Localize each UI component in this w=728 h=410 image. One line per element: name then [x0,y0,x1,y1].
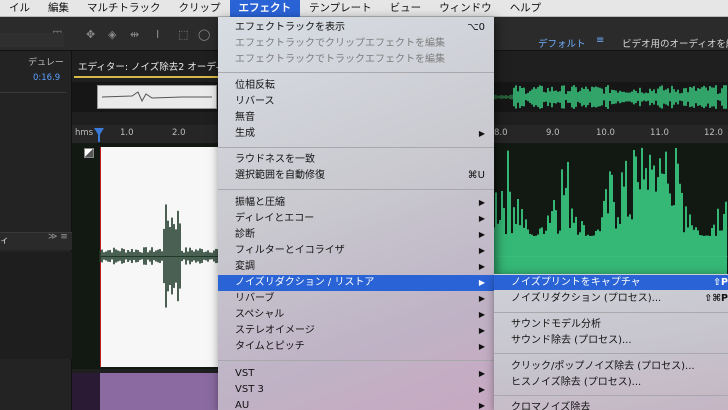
submenu-item-learn-sound-model[interactable]: サウンドモデル分析 [494,317,728,332]
submenu-item-click-pop-eliminator[interactable]: クリック/ポップノイズ除去 (プロセス)... [494,359,728,374]
menu-item-time-pitch[interactable]: タイムとピッチ ▶ [218,339,494,355]
submenu-arrow-icon: ▶ [478,369,485,378]
duration-value: 0:16.9 [33,73,61,83]
submenu-arrow-icon: ▶ [478,294,485,303]
panel-menu-icon[interactable]: ≫ ≡ [48,232,68,242]
menu-item-invert[interactable]: 位相反転 [218,78,494,94]
effects-menu: エフェクトラックを表示 ⌥0 エフェクトラックでクリップエフェクトを編集 エフェク… [218,17,494,410]
submenu-arrow-icon: ▶ [478,230,485,239]
menu-item-show-effects-rack[interactable]: エフェクトラックを表示 ⌥0 [218,20,494,36]
menu-view[interactable]: ビュー [381,0,431,17]
menu-item-reverb[interactable]: リバーブ ▶ [218,291,494,307]
menu-item-au[interactable]: AU ▶ [218,398,494,410]
submenu-arrow-icon: ▶ [478,246,485,255]
submenu-arrow-icon: ▶ [478,278,485,287]
workspace-default[interactable]: デフォルト [538,36,586,50]
lasso-tool-icon[interactable]: ◯ [198,28,210,41]
submenu-item-capture-noise-print[interactable]: ノイズプリントをキャプチャ ⇧P [494,275,728,290]
menu-separator [218,72,494,73]
razor-tool-icon[interactable]: ◈ [108,28,116,41]
submenu-item-sound-remover[interactable]: サウンド除去 (プロセス)... [494,333,728,348]
editor-tab-underline [74,76,234,78]
menu-item-special[interactable]: スペシャル ▶ [218,307,494,323]
ruler-tick: 8.0 [494,128,508,138]
menu-separator [494,395,728,396]
menu-item-vst[interactable]: VST ▶ [218,366,494,382]
workspace-video-audio[interactable]: ビデオ用のオーディオを編 [622,36,728,50]
menu-separator [494,312,728,313]
ruler-unit: hms [75,128,94,138]
workspace-menu-icon[interactable]: ≡ [596,35,604,46]
submenu-arrow-icon: ▶ [478,310,485,319]
submenu-arrow-icon: ▶ [478,262,485,271]
menu-item-diagnostics[interactable]: 診断 ▶ [218,227,494,243]
submenu-item-hiss-reduction[interactable]: ヒスノイズ除去 (プロセス)... [494,375,728,390]
menu-effects[interactable]: エフェクト [229,0,300,17]
submenu-arrow-icon: ▶ [478,401,485,410]
panel-tab[interactable]: ィ [0,233,9,246]
ruler-tick: 1.0 [120,128,134,138]
submenu-item-noise-reduction-process[interactable]: ノイズリダクション (プロセス)... ⇧⌘P [494,291,728,306]
slip-tool-icon[interactable]: ⇹ [130,28,139,41]
menu-item-delay-echo[interactable]: ディレイとエコー ▶ [218,211,494,227]
marquee-tool-icon[interactable]: ⬚ [178,28,188,41]
ruler-tick: 2.0 [172,128,186,138]
menu-item-match-loudness[interactable]: ラウドネスを一致 [218,152,494,168]
menu-template[interactable]: テンプレート [300,0,381,17]
menu-item-reverse[interactable]: リバース [218,94,494,110]
menu-item-silence[interactable]: 無音 [218,110,494,126]
ruler-tick: 11.0 [650,128,669,138]
submenu-arrow-icon: ▶ [478,198,485,207]
editor-title[interactable]: エディター: ノイズ除去2 オーディ [78,59,225,73]
move-tool-icon[interactable]: ✥ [86,28,95,41]
submenu-arrow-icon: ▶ [478,385,485,394]
divider [0,92,66,93]
duration-column-header[interactable]: デュレー [28,55,64,68]
menu-item-stereo-imagery[interactable]: ステレオイメージ ▶ [218,323,494,339]
menu-multitrack[interactable]: マルチトラック [78,0,170,17]
menu-help[interactable]: ヘルプ [501,0,551,17]
playhead-icon[interactable] [92,128,112,142]
menu-separator [218,189,494,190]
submenu-arrow-icon: ▶ [478,342,485,351]
ruler-tick: 10.0 [596,128,615,138]
menu-bar: イル 編集 マルチトラック クリップ エフェクト テンプレート ビュー ウィンド… [0,0,728,17]
menu-item-noise-reduction-restoration[interactable]: ノイズリダクション / リストア ▶ [218,275,494,291]
time-selection-tool-icon[interactable]: I [156,28,159,41]
menu-item-auto-heal[interactable]: 選択範囲を自動修復 ⌘U [218,168,494,184]
ruler-tick: 9.0 [546,128,560,138]
menu-edit[interactable]: 編集 [39,0,78,17]
noise-reduction-submenu: ノイズプリントをキャプチャ ⇧P ノイズリダクション (プロセス)... ⇧⌘P サ… [494,274,728,410]
menu-item-generate[interactable]: 生成 ▶ [218,126,494,142]
files-search-field[interactable] [0,33,64,47]
submenu-item-dechroma[interactable]: クロマノイズ除去 [494,400,728,410]
menu-clip[interactable]: クリップ [170,0,230,17]
menu-item-filter-eq[interactable]: フィルターとイコライザ ▶ [218,243,494,259]
menu-file[interactable]: イル [0,0,39,17]
menu-window[interactable]: ウィンドウ [430,0,501,17]
menu-separator [218,360,494,361]
menu-separator [494,353,728,354]
submenu-arrow-icon: ▶ [478,129,485,138]
menu-item-modulation[interactable]: 変調 ▶ [218,259,494,275]
spectral-selection [100,373,220,410]
menu-item-edit-track-effects: エフェクトラックでトラックエフェクトを編集 [235,54,445,65]
menu-item-vst3[interactable]: VST 3 ▶ [218,382,494,398]
ruler-tick: 12.0 [704,128,723,138]
menu-separator [218,147,494,148]
submenu-arrow-icon: ▶ [478,214,485,223]
effects-rack-panel [0,252,72,359]
menu-item-amplitude-compression[interactable]: 振幅と圧縮 ▶ [218,195,494,211]
submenu-arrow-icon: ▶ [478,326,485,335]
menu-item-edit-clip-effects: エフェクトラックでクリップエフェクトを編集 [235,38,445,49]
